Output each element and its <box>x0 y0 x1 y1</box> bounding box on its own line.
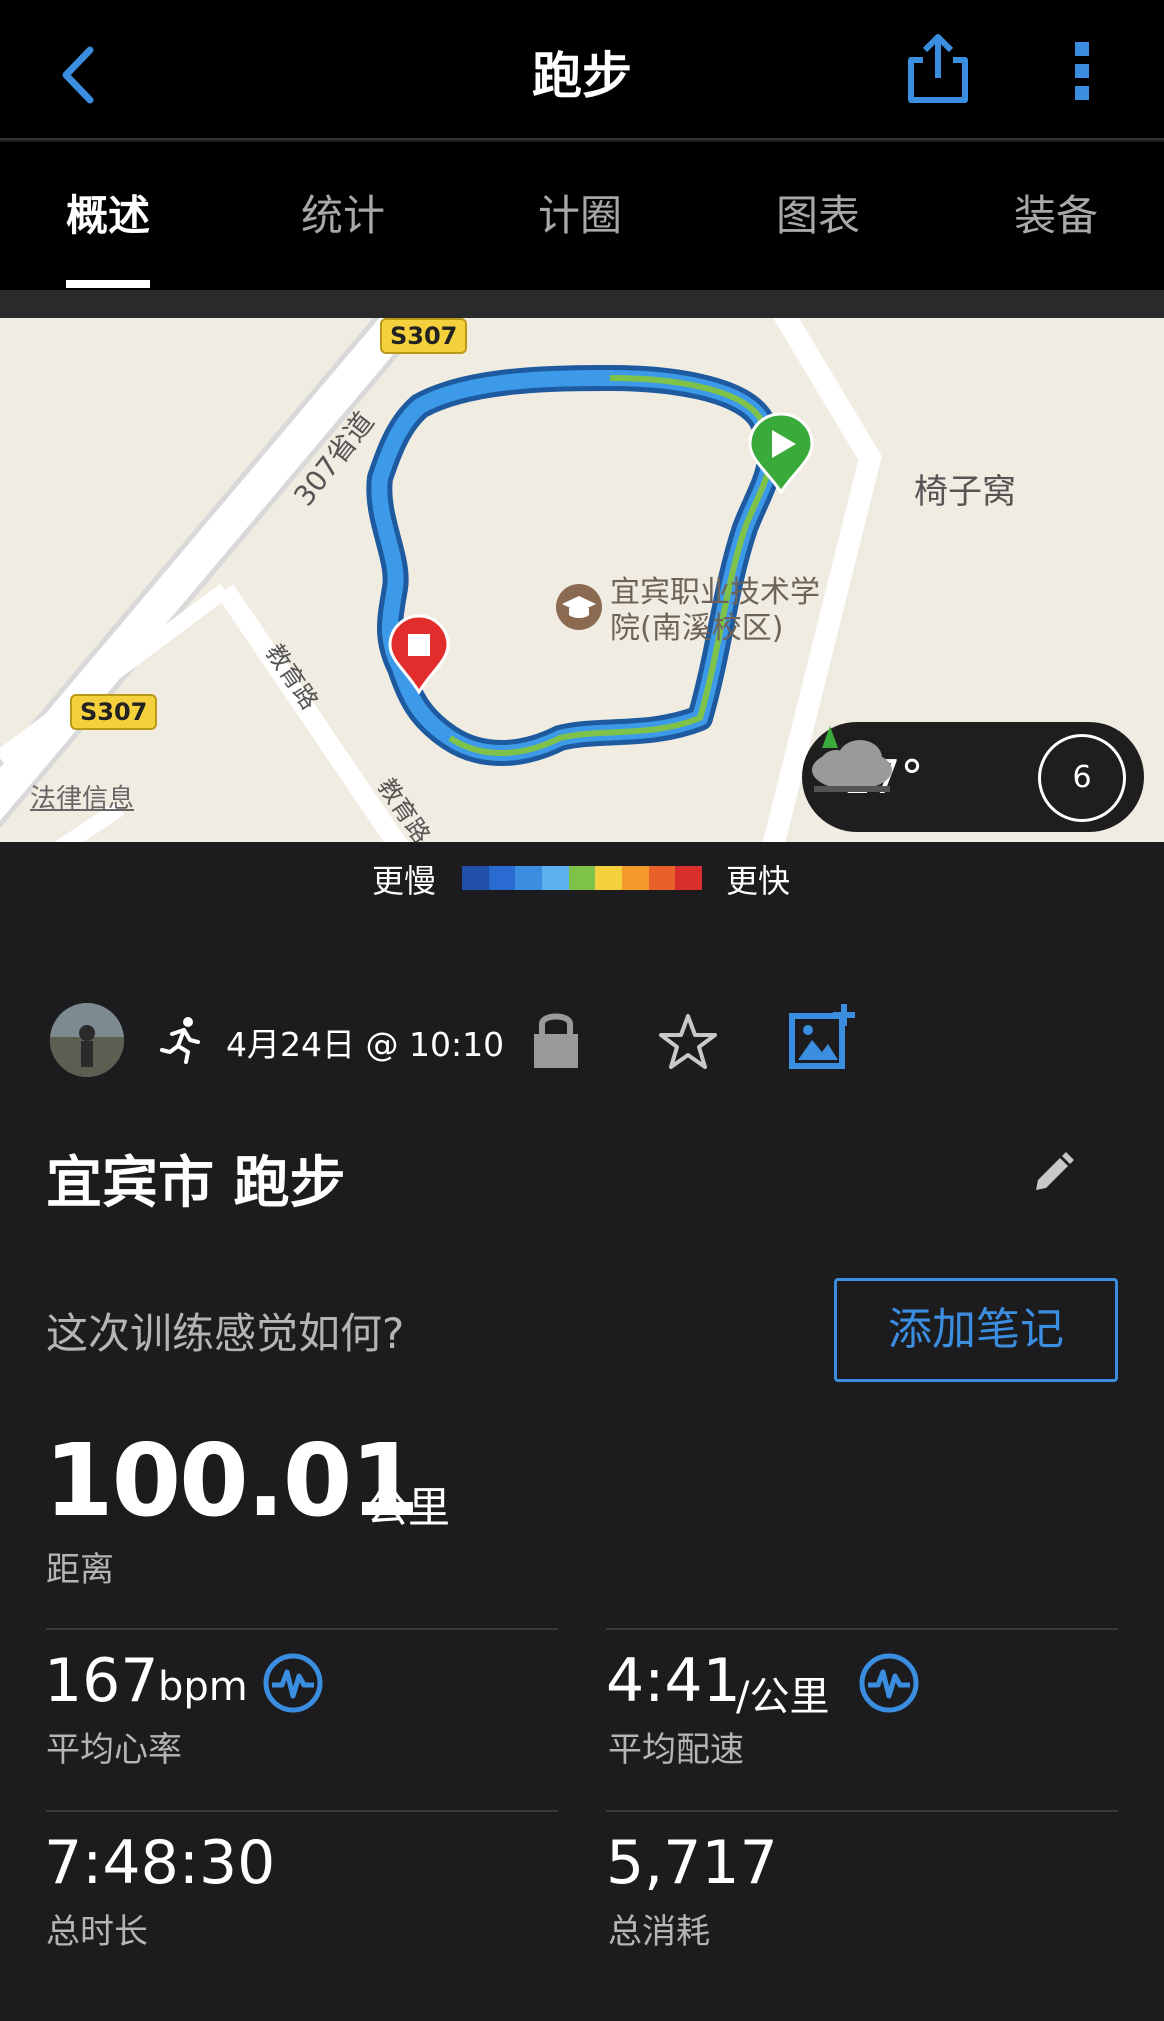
heart-rate-chart-icon[interactable] <box>262 1652 324 1714</box>
pace-color-swatch <box>488 866 516 890</box>
pace-color-swatch <box>568 866 596 890</box>
divider <box>606 1810 1118 1812</box>
map-top-strip <box>0 290 1164 318</box>
pace-color-scale <box>462 866 703 890</box>
calories-value: 5,717 <box>606 1828 778 1898</box>
pace-legend: 更慢 更快 <box>0 842 1164 916</box>
lock-icon[interactable] <box>530 1008 582 1070</box>
pace-color-swatch <box>515 866 543 890</box>
poi-label: 宜宾职业技术学 院(南溪校区) <box>610 575 820 646</box>
distance-label: 距离 <box>46 1550 114 1590</box>
calories-label: 总消耗 <box>608 1912 710 1952</box>
pace-color-swatch <box>675 866 703 890</box>
pace-color-swatch <box>542 866 569 890</box>
cloudy-icon <box>812 726 892 792</box>
duration-label: 总时长 <box>46 1912 148 1952</box>
tab-overview[interactable]: 概述 <box>18 142 198 290</box>
distance-value: 100.01 <box>44 1422 420 1539</box>
pace-color-swatch <box>622 866 649 890</box>
tab-gear[interactable]: 装备 <box>966 142 1146 290</box>
route-map[interactable]: S307 S307 307省道 教育路 教育路 椅子窝 宜宾职业技术学 院(南溪… <box>0 318 1164 842</box>
heart-rate-unit: bpm <box>158 1664 248 1710</box>
duration-value: 7:48:30 <box>44 1828 276 1898</box>
running-icon <box>160 1017 200 1064</box>
road-badge: S307 <box>380 318 468 354</box>
divider <box>46 1628 558 1630</box>
school-icon <box>556 584 602 630</box>
star-icon[interactable] <box>656 1010 720 1074</box>
tab-stats[interactable]: 统计 <box>253 142 433 290</box>
feeling-question: 这次训练感觉如何? <box>46 1309 405 1358</box>
road-badge: S307 <box>70 694 158 730</box>
faster-label: 更快 <box>726 862 791 900</box>
pace-label: 平均配速 <box>608 1730 744 1770</box>
pace-color-swatch <box>595 866 623 890</box>
share-icon <box>908 34 968 103</box>
avatar[interactable] <box>50 1003 124 1077</box>
pace-unit: /公里 <box>736 1674 830 1720</box>
pace-chart-icon[interactable] <box>858 1652 920 1714</box>
add-photo-icon[interactable] <box>788 1002 856 1070</box>
pace-color-swatch <box>648 866 676 890</box>
start-flag-icon <box>748 412 814 494</box>
add-note-button[interactable]: 添加笔记 <box>834 1278 1118 1382</box>
active-tab-indicator <box>66 280 150 288</box>
slower-label: 更慢 <box>372 862 437 900</box>
activity-name: 宜宾市 跑步 <box>46 1151 346 1216</box>
back-button[interactable] <box>52 40 112 110</box>
heart-rate-label: 平均心率 <box>46 1730 182 1770</box>
pace-color-swatch <box>462 866 489 890</box>
share-button[interactable] <box>905 32 971 106</box>
divider <box>606 1628 1118 1630</box>
tab-laps[interactable]: 计圈 <box>490 142 670 290</box>
wind-indicator: 6 <box>1038 734 1126 822</box>
pace-value: 4:41 <box>606 1646 741 1716</box>
page-title: 跑步 <box>532 47 632 105</box>
tab-bar: 概述 统计 计圈 图表 装备 <box>0 142 1164 290</box>
place-label: 椅子窝 <box>914 472 1016 512</box>
tab-charts[interactable]: 图表 <box>728 142 908 290</box>
pencil-icon[interactable] <box>1030 1148 1076 1194</box>
chevron-left-icon <box>62 46 94 104</box>
legal-info-link[interactable]: 法律信息 <box>30 778 134 815</box>
divider <box>46 1810 558 1812</box>
more-options-button[interactable] <box>1060 36 1104 106</box>
more-vertical-icon <box>1075 42 1089 100</box>
weather-badge: 17° 6 <box>802 722 1144 832</box>
finish-flag-icon <box>388 614 450 694</box>
activity-date: 4月24日 @ 10:10 <box>226 1025 505 1064</box>
top-app-bar: 跑步 <box>0 0 1164 140</box>
heart-rate-value: 167 <box>44 1646 159 1716</box>
distance-unit: 公里 <box>366 1483 451 1532</box>
